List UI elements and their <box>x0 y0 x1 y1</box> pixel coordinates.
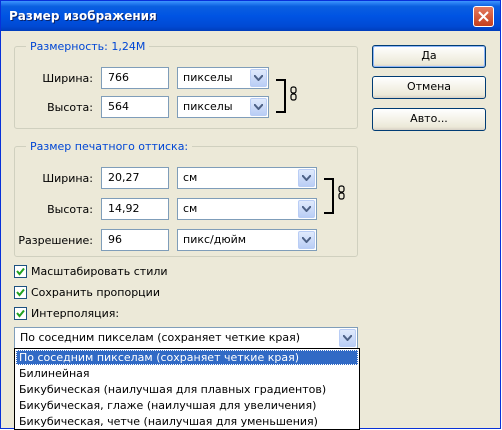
chevron-down-icon <box>254 104 263 110</box>
resample-option-bicubic[interactable]: Бикубическая (наилучшая для плавных град… <box>16 382 358 397</box>
document-width-field[interactable]: 20,27 <box>101 167 169 189</box>
scale-styles-checkbox-box[interactable] <box>14 265 27 278</box>
image-size-dialog: Размер изображения Размерность: 1,24M Ши… <box>0 0 501 430</box>
resolution-field[interactable]: 96 <box>101 229 169 251</box>
pixel-height-unit-select[interactable]: пикселы <box>177 96 269 118</box>
pixel-dimensions-legend: Размерность: 1,24M <box>26 40 150 53</box>
pixel-width-label: Ширина: <box>42 72 93 85</box>
resample-method-select[interactable]: По соседним пикселам (сохраняет четкие к… <box>14 327 358 349</box>
chain-link-icon <box>338 185 345 200</box>
auto-button[interactable]: Авто... <box>372 108 486 131</box>
chevron-down-icon <box>343 335 352 341</box>
checkmark-icon <box>16 309 25 318</box>
chain-link-icon <box>290 86 297 101</box>
constrain-proportions-label: Сохранить пропорции <box>31 286 160 299</box>
scale-styles-label: Масштабировать стили <box>31 265 168 278</box>
document-width-unit-value: см <box>183 171 198 184</box>
pixel-link-bracket <box>276 79 286 113</box>
chevron-down-icon <box>302 206 311 212</box>
chevron-down-icon <box>254 75 263 81</box>
checkmark-icon <box>16 267 25 276</box>
pixel-width-field[interactable]: 766 <box>101 67 169 89</box>
resample-option-bicubic-sharper[interactable]: Бикубическая, четче (наилучшая для умень… <box>16 414 358 429</box>
document-width-label: Ширина: <box>42 172 93 185</box>
resolution-label: Разрешение: <box>18 234 93 247</box>
pixel-width-unit-value: пикселы <box>183 71 233 84</box>
document-link-bracket <box>324 178 334 214</box>
document-height-unit-dropdown-button[interactable] <box>298 200 315 218</box>
pixel-height-field[interactable]: 564 <box>101 96 169 118</box>
pixel-height-label: Высота: <box>47 101 93 114</box>
document-size-legend: Размер печатного оттиска: <box>26 140 193 153</box>
document-height-unit-select[interactable]: см <box>177 198 317 220</box>
resolution-unit-value: пикс/дюйм <box>183 233 247 246</box>
title-bar[interactable]: Размер изображения <box>1 1 500 31</box>
pixel-height-unit-dropdown-button[interactable] <box>250 98 267 116</box>
ok-button[interactable]: Да <box>372 45 486 68</box>
close-icon <box>478 11 489 22</box>
chevron-down-icon <box>302 175 311 181</box>
resolution-unit-select[interactable]: пикс/дюйм <box>177 229 317 251</box>
cancel-button[interactable]: Отмена <box>372 76 486 99</box>
document-height-label: Высота: <box>47 203 93 216</box>
resample-option-bicubic-smoother[interactable]: Бикубическая, глаже (наилучшая для увели… <box>16 398 358 413</box>
resample-method-value: По соседним пикселам (сохраняет четкие к… <box>20 331 300 344</box>
document-height-field[interactable]: 14,92 <box>101 198 169 220</box>
resample-option-bilinear[interactable]: Билинейная <box>16 366 358 381</box>
pixel-width-unit-dropdown-button[interactable] <box>250 69 267 87</box>
document-width-unit-dropdown-button[interactable] <box>298 169 315 187</box>
resolution-unit-dropdown-button[interactable] <box>298 231 315 249</box>
resample-method-list: По соседним пикселам (сохраняет четкие к… <box>14 348 360 430</box>
resample-method-dropdown-button[interactable] <box>339 329 356 347</box>
close-button[interactable] <box>473 6 494 27</box>
resample-option-nearest[interactable]: По соседним пикселам (сохраняет четкие к… <box>16 350 358 365</box>
pixel-height-unit-value: пикселы <box>183 100 233 113</box>
chevron-down-icon <box>302 237 311 243</box>
document-width-unit-select[interactable]: см <box>177 167 317 189</box>
pixel-width-unit-select[interactable]: пикселы <box>177 67 269 89</box>
constrain-proportions-checkbox-box[interactable] <box>14 286 27 299</box>
document-height-unit-value: см <box>183 202 198 215</box>
resample-checkbox-box[interactable] <box>14 307 27 320</box>
checkmark-icon <box>16 288 25 297</box>
window-title: Размер изображения <box>9 9 157 23</box>
resample-label: Интерполяция: <box>31 307 120 320</box>
